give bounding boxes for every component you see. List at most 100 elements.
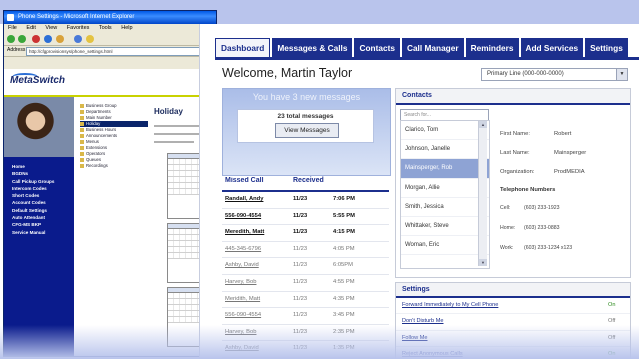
tab-messages-calls[interactable]: Messages & Calls — [272, 38, 353, 58]
contact-list: Clarico, Tom Johnson, Janelle Mainsperger,… — [400, 120, 490, 269]
sidebar-link[interactable]: BGDNs — [12, 170, 54, 177]
settings-title: Settings — [396, 283, 630, 298]
menu-tools[interactable]: Tools — [99, 25, 112, 31]
view-messages-button[interactable]: View Messages — [275, 123, 339, 138]
caller-name-link[interactable]: Meredith, Matt — [225, 229, 264, 235]
tree-node[interactable]: Recordings — [80, 163, 148, 169]
organization-value: ProdMEDIA — [554, 169, 585, 175]
caller-name[interactable]: Harvey, Bob — [222, 275, 291, 291]
call-date: 11/23 — [293, 245, 308, 252]
caller-name-link[interactable]: Meridith, Matt — [225, 296, 260, 302]
address-bar: Address http://cfgprovisionsys/phone_set… — [4, 46, 216, 57]
tab-dashboard[interactable]: Dashboard — [215, 38, 271, 58]
sidebar-link[interactable]: CFG-MS BKP — [12, 221, 54, 228]
missed-call-row[interactable]: Meredith, Matt 11/23 4:15 PM — [222, 225, 389, 242]
tab-reminders[interactable]: Reminders — [465, 38, 519, 58]
setting-row: Forward Immediately to My Cell Phone On — [396, 298, 630, 315]
caller-name-link[interactable]: 556-090-4554 — [225, 312, 261, 318]
contact-list-item[interactable]: Clarico, Tom — [401, 121, 489, 141]
menu-edit[interactable]: Edit — [26, 25, 35, 31]
caller-name-link[interactable]: Harvey, Bob — [225, 279, 256, 285]
last-name-label: Last Name: — [500, 150, 530, 156]
tab-contacts[interactable]: Contacts — [354, 38, 400, 58]
col-received: Received — [293, 177, 324, 184]
home-value: (603) 233-0883 — [524, 225, 560, 231]
home-label: Home: — [500, 225, 516, 231]
missed-call-row[interactable]: Harvey, Bob 11/23 4:55 PM — [222, 275, 389, 292]
sidebar-link[interactable]: Default Settings — [12, 207, 54, 214]
caller-name[interactable]: 445-345-6796 — [222, 242, 291, 258]
call-date: 11/23 — [293, 295, 308, 302]
caller-name[interactable]: Meridith, Matt — [222, 292, 291, 308]
missed-call-row[interactable]: 556-090-4554 11/23 3:45 PM — [222, 308, 389, 325]
contact-list-item[interactable]: Woman, Eric — [401, 236, 489, 256]
chevron-down-icon[interactable]: ▼ — [616, 69, 627, 80]
telephone-numbers-heading: Telephone Numbers — [500, 187, 556, 193]
caller-name[interactable]: 556-090-4554 — [222, 308, 291, 324]
line-select[interactable]: Primary Line (000-000-0000) ▼ — [481, 68, 628, 81]
call-time: 4:05 PM — [333, 245, 355, 252]
caller-name[interactable]: 556-090-4554 — [222, 209, 291, 225]
sidebar-link[interactable]: Intercom Codes — [12, 185, 54, 192]
contact-list-item[interactable]: Whittaker, Steve — [401, 217, 489, 237]
sidebar-link[interactable]: Auto Attendant — [12, 214, 54, 221]
refresh-icon[interactable] — [44, 35, 52, 43]
menu-help[interactable]: Help — [121, 25, 132, 31]
call-time: 6:05PM — [333, 262, 353, 269]
search-icon[interactable] — [74, 35, 82, 43]
sidebar-link[interactable]: Call Pickup Groups — [12, 178, 54, 185]
cell-value: (603) 233-1923 — [524, 205, 560, 211]
sidebar-link[interactable]: Home — [12, 163, 54, 170]
caller-name[interactable]: Meredith, Matt — [222, 225, 291, 241]
call-time: 5:55 PM — [333, 212, 355, 219]
home-icon[interactable] — [56, 35, 64, 43]
contact-list-item[interactable]: Morgan, Allie — [401, 179, 489, 198]
stop-icon[interactable] — [32, 35, 40, 43]
missed-call-row[interactable]: Meridith, Matt 11/23 4:35 PM — [222, 292, 389, 309]
contact-list-scrollbar[interactable]: ▲ ▼ — [478, 121, 487, 266]
favorites-icon[interactable] — [86, 35, 94, 43]
call-date: 11/23 — [293, 278, 308, 285]
address-input[interactable]: http://cfgprovisionsys/phone_settings.ht… — [26, 47, 212, 56]
contact-list-item[interactable]: Mainsperger, Rob — [401, 159, 489, 179]
scroll-up-icon[interactable]: ▲ — [479, 121, 487, 128]
browser-toolbar — [4, 33, 216, 46]
back-icon[interactable] — [7, 35, 15, 43]
caller-name-link[interactable]: Ashby, David — [225, 262, 259, 268]
call-time: 7:06 PM — [333, 196, 355, 202]
scroll-down-icon[interactable]: ▼ — [479, 259, 487, 266]
tab-underline — [215, 57, 639, 60]
work-label: Work: — [500, 245, 514, 251]
missed-call-row[interactable]: Ashby, David 11/23 6:05PM — [222, 258, 389, 275]
caller-name[interactable]: Randall, Andy — [222, 192, 291, 208]
contact-list-item[interactable]: Johnson, Janelle — [401, 140, 489, 160]
tab-settings[interactable]: Settings — [585, 38, 628, 58]
setting-link[interactable]: Forward Immediately to My Cell Phone — [402, 298, 608, 313]
menu-view[interactable]: View — [45, 25, 57, 31]
missed-call-row[interactable]: Randall, Andy 11/23 7:06 PM — [222, 192, 389, 209]
missed-call-row[interactable]: 445-345-6796 11/23 4:05 PM — [222, 242, 389, 259]
contact-list-item[interactable]: Smith, Jessica — [401, 198, 489, 217]
tab-call-manager[interactable]: Call Manager — [401, 38, 464, 58]
contact-details: First Name: Robert Last Name: Mainsperger … — [500, 125, 628, 258]
caller-name-link[interactable]: 556-090-4554 — [225, 213, 261, 219]
menu-favorites[interactable]: Favorites — [67, 25, 90, 31]
caller-name[interactable]: Ashby, David — [222, 258, 291, 274]
total-messages: 23 total messages — [277, 113, 334, 120]
call-time: 4:15 PM — [333, 229, 355, 236]
missed-call-row[interactable]: 556-090-4554 11/23 5:55 PM — [222, 209, 389, 226]
sidebar-link[interactable]: Short Codes — [12, 192, 54, 199]
browser-title: Phone Settings - Microsoft Internet Expl… — [18, 14, 135, 20]
forward-icon[interactable] — [18, 35, 26, 43]
tab-add-services[interactable]: Add Services — [520, 38, 584, 58]
metaswitch-logo: MetaSwitch — [4, 69, 216, 97]
caller-name-link[interactable]: 445-345-6796 — [225, 246, 261, 252]
contacts-title: Contacts — [396, 89, 630, 105]
sidebar-link[interactable]: Account Codes — [12, 199, 54, 206]
setting-status[interactable]: On — [608, 298, 630, 313]
caller-name-link[interactable]: Randall, Andy — [225, 196, 263, 202]
last-name-value: Mainsperger — [554, 150, 587, 156]
sidebar-link[interactable]: Service Manual — [12, 229, 54, 236]
new-messages-text: You have 3 new messages — [252, 92, 361, 102]
menu-file[interactable]: File — [8, 25, 17, 31]
